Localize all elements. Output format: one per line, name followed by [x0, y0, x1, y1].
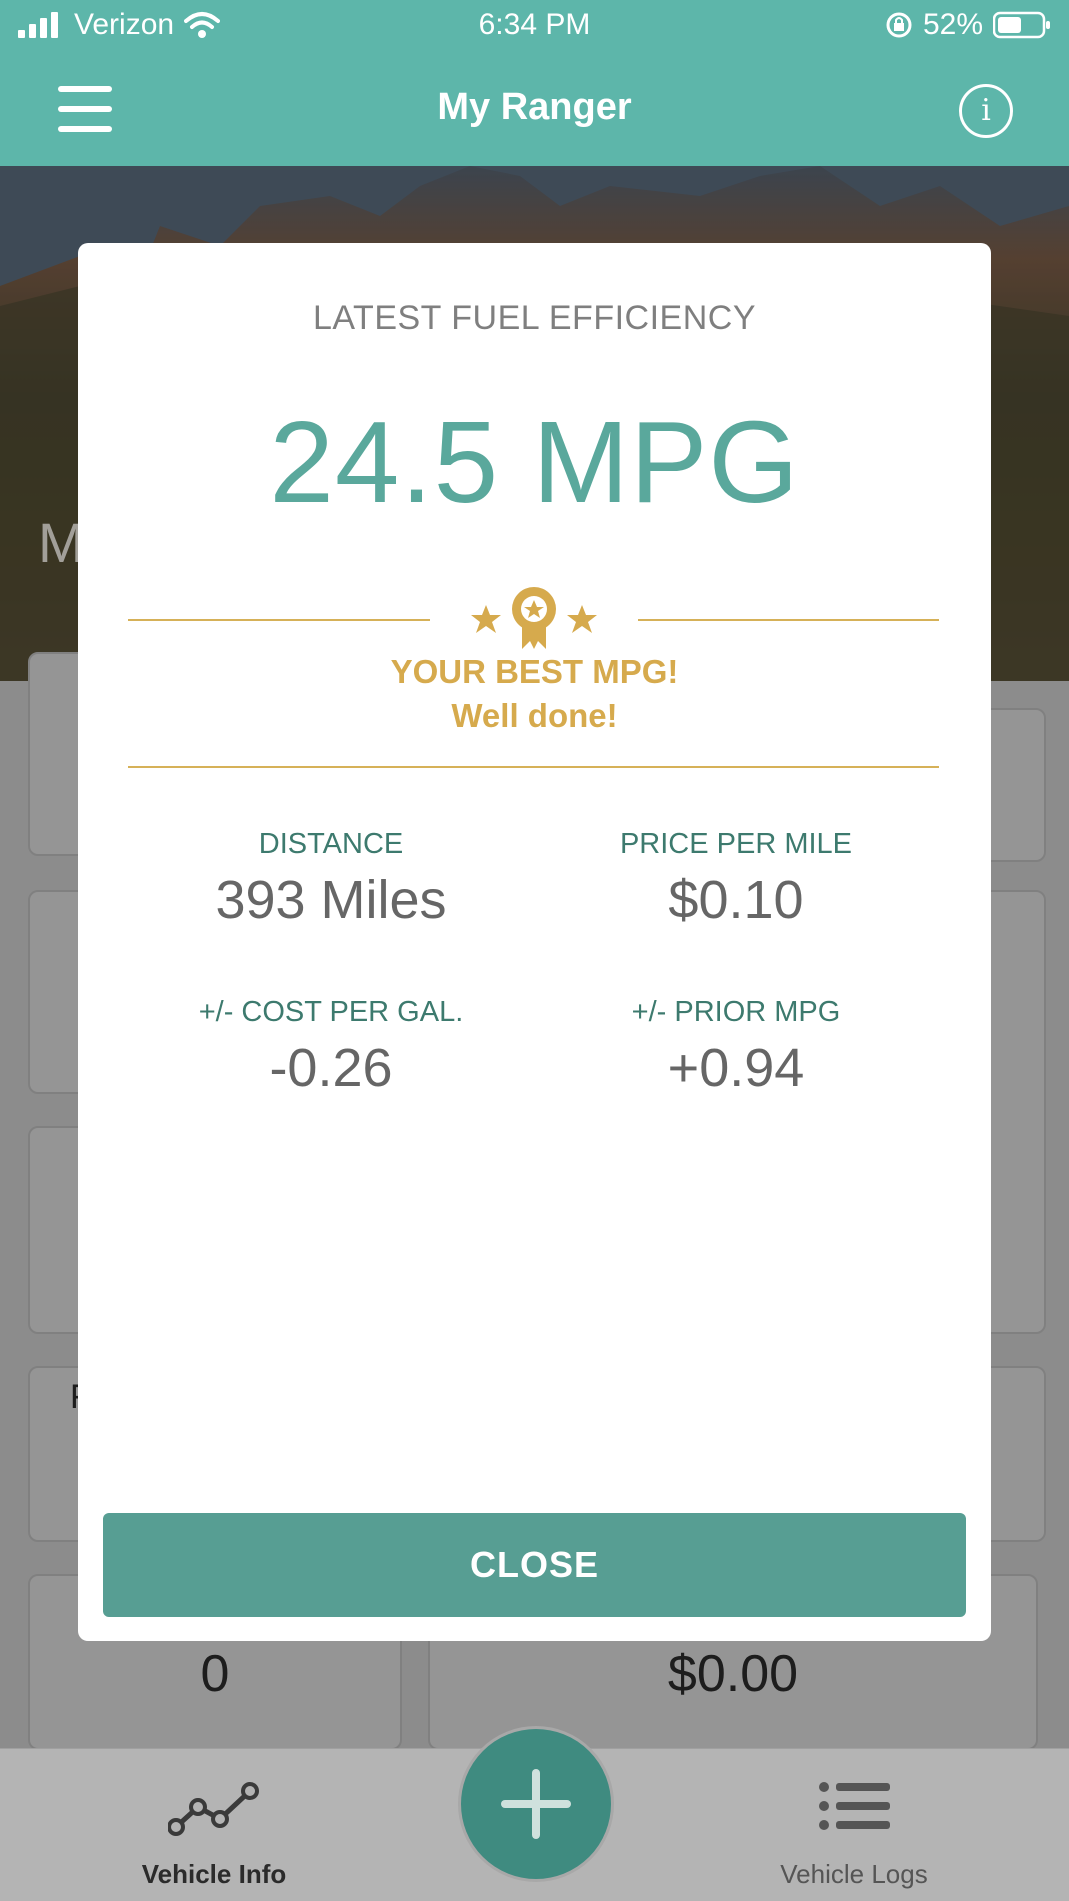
tab-vehicle-logs-label: Vehicle Logs — [780, 1859, 928, 1889]
stat-label: DISTANCE — [258, 828, 404, 860]
close-button[interactable]: CLOSE — [103, 1513, 966, 1617]
tab-vehicle-logs[interactable]: Vehicle Logs — [704, 1749, 1004, 1901]
page-title: My Ranger — [437, 86, 632, 128]
mpg-value: 24.5 MPG — [269, 397, 800, 527]
stat-value: 393 Miles — [215, 870, 447, 930]
stat-label: PRICE PER MILE — [619, 828, 853, 860]
divider-left — [128, 619, 430, 621]
battery-percent: 52% — [922, 8, 983, 41]
stat-label: +/- PRIOR MPG — [631, 996, 841, 1028]
list-icon — [819, 1782, 890, 1830]
modal-heading: LATEST FUEL EFFICIENCY — [312, 299, 756, 337]
tab-vehicle-info[interactable]: Vehicle Info — [64, 1749, 364, 1901]
best-mpg-subtitle: Well done! — [451, 697, 618, 734]
divider-bottom — [128, 766, 939, 768]
plus-icon-stroke — [532, 1769, 540, 1839]
stat-value: +0.94 — [667, 1038, 805, 1098]
fuel-efficiency-modal: LATEST FUEL EFFICIENCY 24.5 MPG YOUR BES… — [78, 243, 991, 1641]
line-chart-icon — [168, 1782, 259, 1836]
info-icon[interactable]: i — [959, 84, 1013, 138]
tab-vehicle-info-label: Vehicle Info — [141, 1859, 287, 1889]
stat-label: +/- COST PER GAL. — [198, 996, 464, 1028]
award-ribbon-icon — [471, 587, 597, 649]
rotation-lock-icon — [886, 12, 912, 38]
stat-prior-mpg: +/- PRIOR MPG +0.94 — [526, 996, 946, 1099]
add-entry-button[interactable] — [458, 1726, 614, 1882]
stat-distance: DISTANCE 393 Miles — [121, 828, 541, 931]
stat-value: -0.26 — [269, 1038, 393, 1098]
best-mpg-title: YOUR BEST MPG! — [390, 653, 679, 690]
stat-cost-per-gal: +/- COST PER GAL. -0.26 — [121, 996, 541, 1099]
status-bar: Verizon 6:34 PM 52% — [0, 0, 1069, 52]
divider-right — [638, 619, 939, 621]
nav-bar: My Ranger i — [0, 52, 1069, 166]
battery-icon — [993, 11, 1050, 39]
stat-price-per-mile: PRICE PER MILE $0.10 — [526, 828, 946, 931]
stat-value: $0.10 — [668, 870, 804, 930]
status-right: 52% — [885, 8, 1051, 42]
